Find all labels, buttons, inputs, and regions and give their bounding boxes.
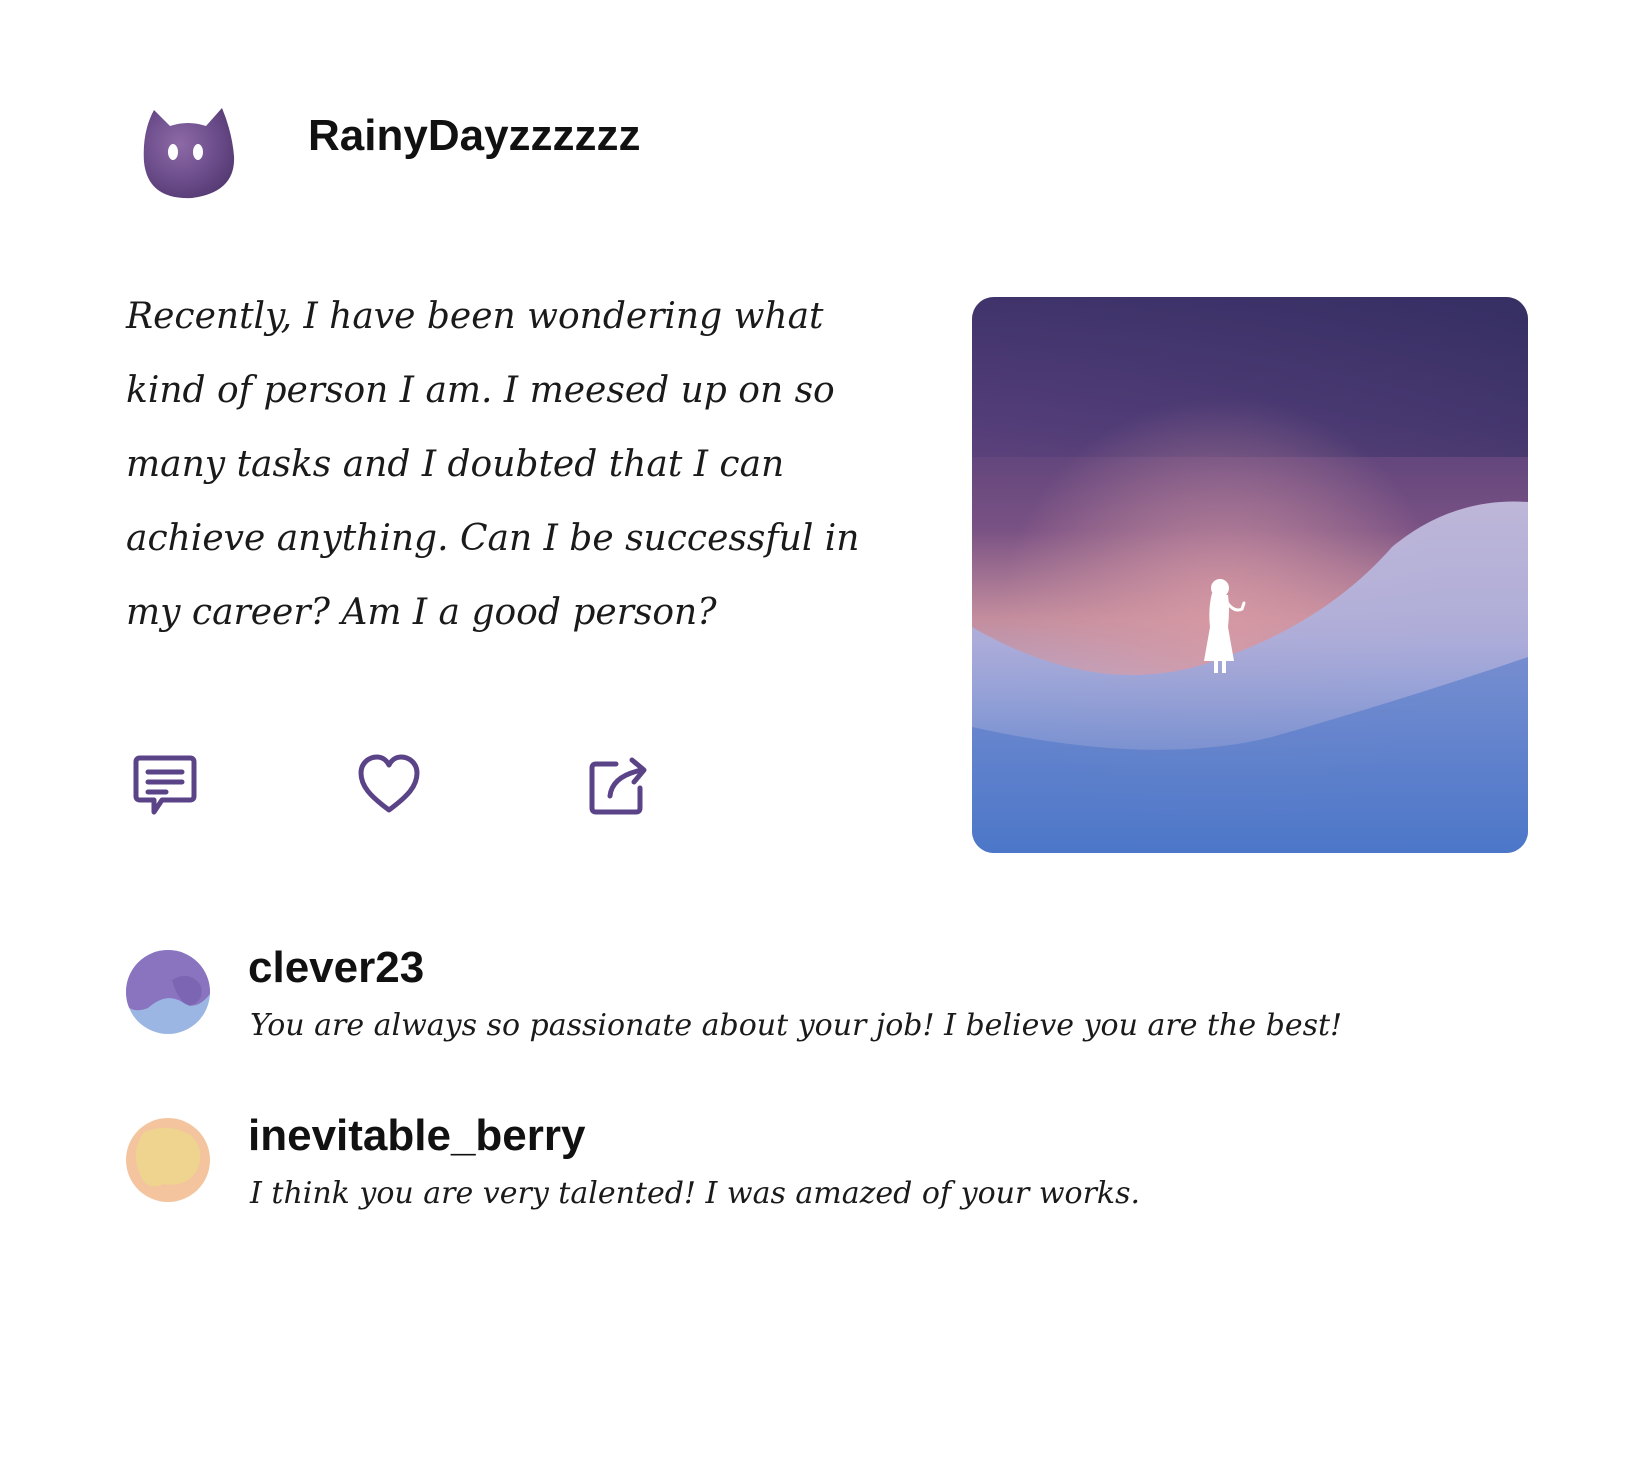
share-button[interactable] [586,752,652,818]
comment-icon [133,755,197,815]
girl-silhouette-night-sky-illustration [972,297,1528,853]
heart-icon [358,754,420,813]
comment-item: inevitable_berry I think you are very ta… [126,1112,1586,1222]
author-username[interactable]: RainyDayzzzzzz [308,110,641,162]
avatar-blob-icon [126,950,210,1034]
comment-button[interactable] [132,752,198,818]
avatar[interactable] [126,1118,210,1202]
post-image[interactable] [972,297,1528,853]
comment-username[interactable]: clever23 [248,944,424,992]
comment-username[interactable]: inevitable_berry [248,1112,586,1160]
avatar[interactable] [126,950,210,1034]
comment-text: You are always so passionate about your … [250,1008,1343,1043]
purple-cat-avatar-icon [143,108,235,199]
post-body-text: Recently, I have been wondering what kin… [126,296,860,633]
avatar-blob-icon [126,1118,210,1202]
share-icon [589,757,647,815]
like-button[interactable] [356,752,422,818]
comment-item: clever23 You are always so passionate ab… [126,944,1586,1054]
author-avatar[interactable] [140,96,236,200]
comment-text: I think you are very talented! I was ama… [250,1176,1141,1211]
